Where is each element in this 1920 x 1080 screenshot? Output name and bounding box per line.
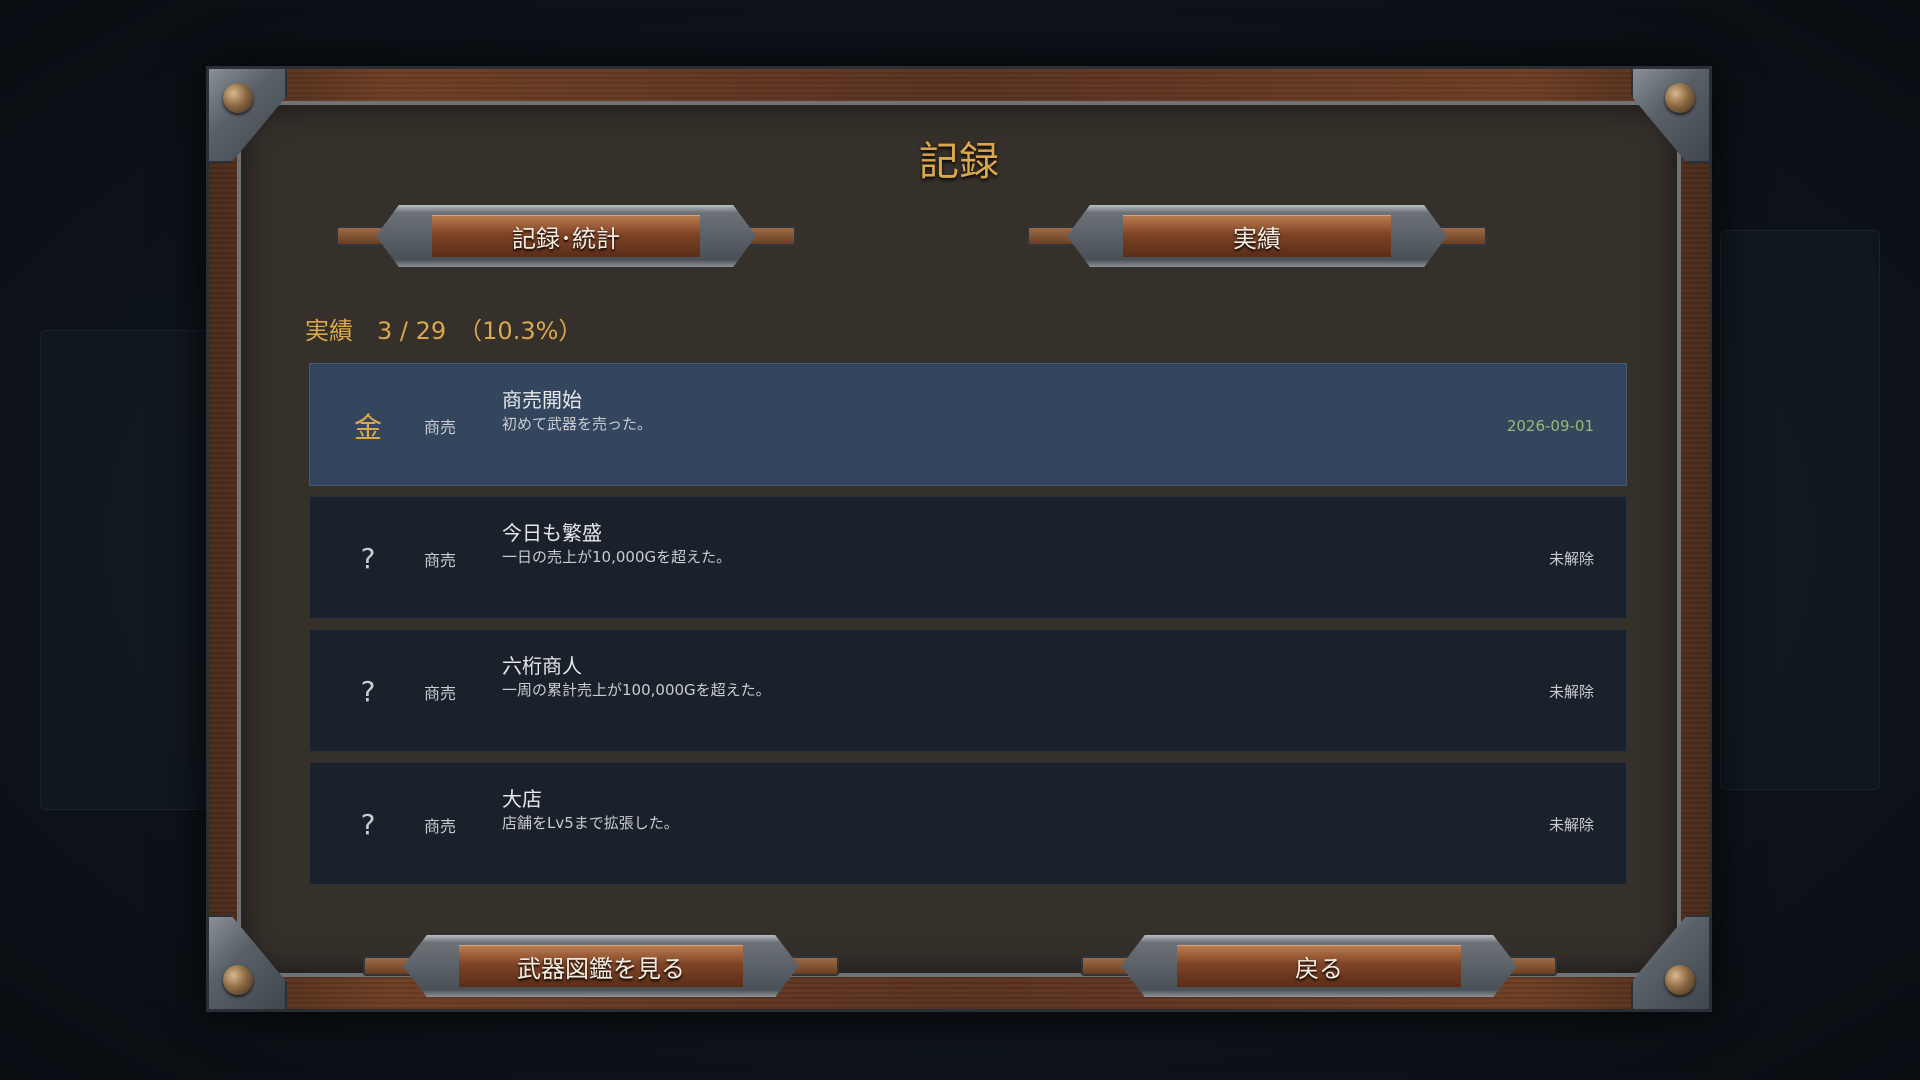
question-mark-icon: ? [360,675,376,708]
achievement-status: 未解除 [1548,550,1594,568]
background-right-panel [1720,230,1880,790]
achievement-category: 商売 [423,816,456,836]
weapon-book-button-label: 武器図鑑を見る [517,954,685,983]
question-mark-icon: ? [360,808,376,841]
records-dialog: 記録 記録･統計 実績 実績 3 / 29 （10.3%） 金 商売 商売開始 … [206,66,1712,1012]
question-mark-icon: ? [360,542,376,575]
achievement-row[interactable]: ? 商売 六桁商人 一周の累計売上が100,000Gを超えた。 未解除 [309,629,1627,752]
achievement-status: 2026-09-01 [1506,416,1594,435]
achievement-name: 六桁商人 [502,654,582,678]
achievement-list: 金 商売 商売開始 初めて武器を売った。 2026-09-01 ? 商売 今日も… [309,363,1627,895]
achievement-description: 一日の売上が10,000Gを超えた。 [502,548,732,566]
tab-records-stats[interactable]: 記録･統計 [336,205,796,267]
rivet-icon [1665,83,1695,113]
achievement-row[interactable]: 金 商売 商売開始 初めて武器を売った。 2026-09-01 [309,363,1627,486]
tab-records-stats-label: 記録･統計 [512,224,620,253]
achievement-description: 店舗をLv5まで拡張した。 [502,814,679,832]
back-button[interactable]: 戻る [1081,935,1557,997]
gold-medal-icon: 金 [353,410,382,444]
achievement-row[interactable]: ? 商売 今日も繁盛 一日の売上が10,000Gを超えた。 未解除 [309,496,1627,619]
weapon-book-button[interactable]: 武器図鑑を見る [363,935,839,997]
achievement-category: 商売 [423,417,456,437]
achievement-description: 初めて武器を売った。 [502,415,653,433]
background-left-panel [40,330,210,810]
back-button-label: 戻る [1295,954,1343,983]
rivet-icon [223,83,253,113]
achievement-counter: 実績 3 / 29 （10.3%） [305,317,583,345]
achievement-name: 大店 [502,787,542,811]
dialog-title: 記録 [919,139,999,185]
achievement-status: 未解除 [1548,683,1594,701]
achievement-row[interactable]: ? 商売 大店 店舗をLv5まで拡張した。 未解除 [309,762,1627,885]
dialog-inner-panel: 記録 記録･統計 実績 実績 3 / 29 （10.3%） 金 商売 商売開始 … [237,101,1681,997]
rivet-icon [223,965,253,995]
achievement-name: 今日も繁盛 [502,521,602,545]
achievement-name: 商売開始 [502,388,582,412]
achievement-category: 商売 [423,683,456,703]
achievement-status: 未解除 [1548,816,1594,834]
achievement-category: 商売 [423,550,456,570]
achievement-description: 一周の累計売上が100,000Gを超えた。 [502,681,771,699]
tab-achievements[interactable]: 実績 [1027,205,1487,267]
tab-achievements-label: 実績 [1233,224,1281,253]
rivet-icon [1665,965,1695,995]
